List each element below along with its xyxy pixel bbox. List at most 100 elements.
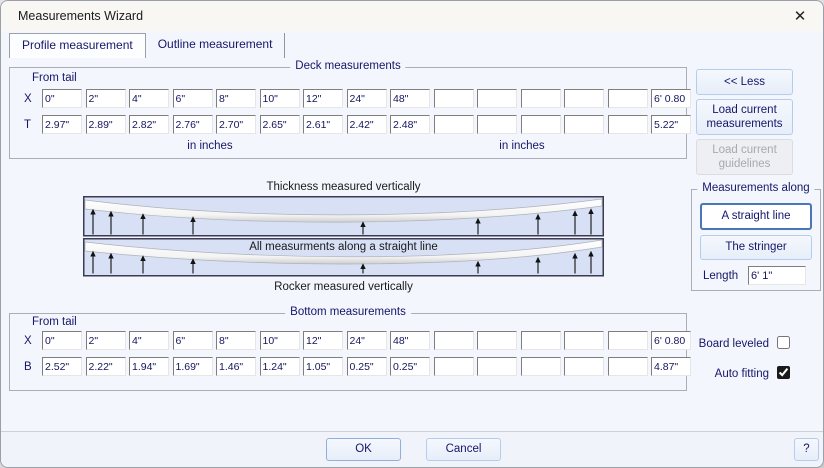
measurement-field[interactable] bbox=[651, 357, 691, 376]
measurement-field[interactable] bbox=[303, 89, 343, 108]
measurement-field[interactable] bbox=[434, 331, 474, 350]
measurement-field[interactable] bbox=[434, 115, 474, 134]
measurement-field[interactable] bbox=[477, 357, 517, 376]
measurement-field[interactable] bbox=[521, 357, 561, 376]
auto-fitting-checkbox[interactable] bbox=[777, 366, 790, 379]
measurement-field[interactable] bbox=[216, 331, 256, 350]
bottom-measurements-group: Bottom measurements From tail X B bbox=[9, 313, 687, 391]
measurement-field[interactable] bbox=[173, 331, 213, 350]
measurement-field[interactable] bbox=[42, 115, 82, 134]
measurement-field[interactable] bbox=[260, 115, 300, 134]
bottom-x-row: X bbox=[24, 331, 691, 350]
deck-x-fields bbox=[42, 89, 691, 108]
thickness-diagram-label: Thickness measured vertically bbox=[83, 181, 604, 193]
measurement-field[interactable] bbox=[86, 357, 126, 376]
measurement-field[interactable] bbox=[608, 115, 648, 134]
board-profile-diagram bbox=[83, 196, 604, 277]
measurement-field[interactable] bbox=[173, 357, 213, 376]
deck-from-tail-label: From tail bbox=[32, 72, 77, 84]
deck-measurements-group: Deck measurements From tail X T in inche… bbox=[9, 67, 687, 159]
measurements-along-label: Measurements along bbox=[697, 182, 814, 194]
ok-button[interactable]: OK bbox=[326, 438, 401, 461]
deck-t-row: T bbox=[24, 115, 691, 134]
measurement-field[interactable] bbox=[390, 115, 430, 134]
measurement-field[interactable] bbox=[564, 89, 604, 108]
measurement-field[interactable] bbox=[86, 89, 126, 108]
measurement-field[interactable] bbox=[434, 89, 474, 108]
load-current-measurements-button[interactable]: Load current measurements bbox=[696, 99, 793, 135]
tab-outline-measurement[interactable]: Outline measurement bbox=[146, 33, 286, 58]
measurement-field[interactable] bbox=[564, 331, 604, 350]
window-title: Measurements Wizard bbox=[18, 9, 143, 23]
measurement-field[interactable] bbox=[390, 357, 430, 376]
measurement-field[interactable] bbox=[42, 357, 82, 376]
measurement-field[interactable] bbox=[564, 357, 604, 376]
bottom-b-row: B bbox=[24, 357, 691, 376]
measurement-field[interactable] bbox=[129, 115, 169, 134]
length-input[interactable] bbox=[748, 266, 806, 285]
bottom-x-fields bbox=[42, 331, 691, 350]
help-button[interactable]: ? bbox=[794, 438, 819, 461]
deck-x-row: X bbox=[24, 89, 691, 108]
bottom-x-row-label: X bbox=[24, 335, 36, 347]
less-button[interactable]: << Less bbox=[696, 69, 793, 95]
measurement-field[interactable] bbox=[521, 331, 561, 350]
measurement-field[interactable] bbox=[129, 89, 169, 108]
measurement-field[interactable] bbox=[42, 89, 82, 108]
measurement-field[interactable] bbox=[260, 331, 300, 350]
deck-unit-note-left: in inches bbox=[160, 140, 260, 152]
measurement-field[interactable] bbox=[173, 115, 213, 134]
measurement-field[interactable] bbox=[477, 331, 517, 350]
measurement-field[interactable] bbox=[86, 115, 126, 134]
measurement-field[interactable] bbox=[564, 115, 604, 134]
measurement-field[interactable] bbox=[651, 89, 691, 108]
deck-t-fields bbox=[42, 115, 691, 134]
measurement-field[interactable] bbox=[303, 331, 343, 350]
measurements-along-group: Measurements along A straight line The s… bbox=[691, 189, 821, 291]
measurement-field[interactable] bbox=[86, 331, 126, 350]
measurement-field[interactable] bbox=[347, 115, 387, 134]
measurement-field[interactable] bbox=[651, 331, 691, 350]
board-leveled-label: Board leveled bbox=[691, 338, 769, 350]
measurement-field[interactable] bbox=[347, 331, 387, 350]
load-current-guidelines-button[interactable]: Load current guidelines bbox=[696, 139, 793, 175]
measurement-field[interactable] bbox=[390, 331, 430, 350]
measurement-field[interactable] bbox=[129, 357, 169, 376]
measurement-field[interactable] bbox=[347, 357, 387, 376]
title-bar: Measurements Wizard ✕ bbox=[1, 1, 823, 31]
measurement-field[interactable] bbox=[303, 115, 343, 134]
measurement-field[interactable] bbox=[608, 331, 648, 350]
auto-fitting-label: Auto fitting bbox=[691, 368, 769, 380]
straight-line-button[interactable]: A straight line bbox=[700, 203, 812, 230]
measurement-field[interactable] bbox=[521, 89, 561, 108]
measurement-field[interactable] bbox=[651, 115, 691, 134]
measurement-field[interactable] bbox=[173, 89, 213, 108]
measurement-field[interactable] bbox=[477, 115, 517, 134]
deck-unit-note-right: in inches bbox=[472, 140, 572, 152]
measurement-field[interactable] bbox=[477, 89, 517, 108]
measurement-field[interactable] bbox=[260, 89, 300, 108]
measurement-field[interactable] bbox=[216, 115, 256, 134]
board-leveled-checkbox[interactable] bbox=[777, 336, 790, 349]
measurement-field[interactable] bbox=[303, 357, 343, 376]
tab-profile-measurement[interactable]: Profile measurement bbox=[9, 33, 146, 58]
measurement-field[interactable] bbox=[347, 89, 387, 108]
footer-bar: OK Cancel ? bbox=[1, 431, 823, 467]
stringer-button[interactable]: The stringer bbox=[700, 235, 812, 260]
measurement-field[interactable] bbox=[260, 357, 300, 376]
rocker-diagram-label: Rocker measured vertically bbox=[83, 281, 604, 293]
measurement-field[interactable] bbox=[216, 89, 256, 108]
measurement-field[interactable] bbox=[608, 89, 648, 108]
close-icon[interactable]: ✕ bbox=[785, 5, 815, 28]
deck-x-row-label: X bbox=[24, 93, 36, 105]
deck-group-label: Deck measurements bbox=[290, 60, 405, 72]
measurement-field[interactable] bbox=[390, 89, 430, 108]
measurement-field[interactable] bbox=[216, 357, 256, 376]
measurement-field[interactable] bbox=[129, 331, 169, 350]
measurement-field[interactable] bbox=[42, 331, 82, 350]
measurement-field[interactable] bbox=[434, 357, 474, 376]
measurement-field[interactable] bbox=[608, 357, 648, 376]
cancel-button[interactable]: Cancel bbox=[426, 438, 501, 461]
bottom-from-tail-label: From tail bbox=[32, 316, 77, 328]
measurement-field[interactable] bbox=[521, 115, 561, 134]
